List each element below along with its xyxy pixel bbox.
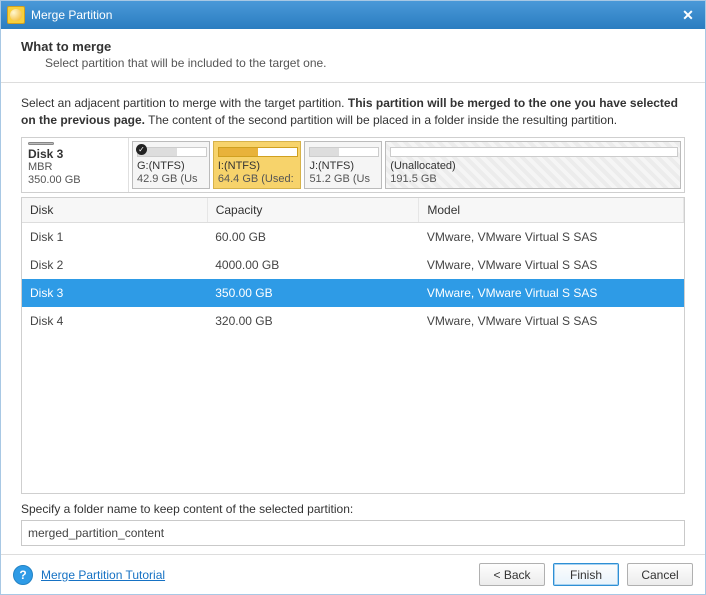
- merge-partition-dialog: Merge Partition ✕ What to merge Select p…: [0, 0, 706, 595]
- partition-size: 42.9 GB (Us: [137, 173, 205, 186]
- disk-size: 350.00 GB: [28, 174, 122, 187]
- cell-capacity: 4000.00 GB: [207, 251, 419, 279]
- partition-block[interactable]: I:(NTFS)64.4 GB (Used:: [213, 141, 302, 189]
- instruction-post: The content of the second partition will…: [145, 113, 617, 127]
- table-row[interactable]: Disk 4320.00 GBVMware, VMware Virtual S …: [22, 307, 684, 335]
- partition-label: (Unallocated): [390, 160, 676, 173]
- partition-label: G:(NTFS): [137, 160, 205, 173]
- col-disk[interactable]: Disk: [22, 198, 207, 223]
- titlebar: Merge Partition ✕: [1, 1, 705, 29]
- instruction-text: Select an adjacent partition to merge wi…: [21, 95, 685, 129]
- partition-block[interactable]: ✓ G:(NTFS)42.9 GB (Us: [132, 141, 210, 189]
- partition-block[interactable]: J:(NTFS)51.2 GB (Us: [304, 141, 382, 189]
- partition-list: ✓ G:(NTFS)42.9 GB (Us I:(NTFS)64.4 GB (Use…: [129, 138, 684, 192]
- partition-size: 51.2 GB (Us: [309, 173, 377, 186]
- table-row[interactable]: Disk 3350.00 GBVMware, VMware Virtual S …: [22, 279, 684, 307]
- disk-map: Disk 3 MBR 350.00 GB ✓ G:(NTFS)42.9 GB (U…: [21, 137, 685, 193]
- cell-disk: Disk 1: [22, 222, 207, 251]
- table-row[interactable]: Disk 24000.00 GBVMware, VMware Virtual S…: [22, 251, 684, 279]
- partition-block[interactable]: (Unallocated)191.5 GB: [385, 141, 681, 189]
- folder-name-input[interactable]: [21, 520, 685, 546]
- cancel-button[interactable]: Cancel: [627, 563, 693, 586]
- usage-bar: [390, 147, 678, 157]
- dialog-footer: ? Merge Partition Tutorial < Back Finish…: [1, 554, 705, 594]
- cell-model: VMware, VMware Virtual S SAS: [419, 307, 684, 335]
- help-icon[interactable]: ?: [13, 565, 33, 585]
- usage-bar: [309, 147, 379, 157]
- page-title: What to merge: [21, 39, 685, 54]
- partition-size: 191.5 GB: [390, 173, 676, 186]
- cell-capacity: 320.00 GB: [207, 307, 419, 335]
- close-icon[interactable]: ✕: [677, 5, 699, 25]
- cell-model: VMware, VMware Virtual S SAS: [419, 251, 684, 279]
- back-button[interactable]: < Back: [479, 563, 545, 586]
- col-model[interactable]: Model: [419, 198, 684, 223]
- partition-label: J:(NTFS): [309, 160, 377, 173]
- finish-button[interactable]: Finish: [553, 563, 619, 586]
- disk-type: MBR: [28, 161, 122, 174]
- cell-disk: Disk 4: [22, 307, 207, 335]
- usage-bar: [218, 147, 299, 157]
- content-area: Select an adjacent partition to merge wi…: [1, 83, 705, 554]
- app-icon: [7, 6, 25, 24]
- cell-capacity: 350.00 GB: [207, 279, 419, 307]
- col-capacity[interactable]: Capacity: [207, 198, 419, 223]
- hdd-icon: [28, 142, 54, 145]
- table-row[interactable]: Disk 160.00 GBVMware, VMware Virtual S S…: [22, 222, 684, 251]
- cell-capacity: 60.00 GB: [207, 222, 419, 251]
- cell-model: VMware, VMware Virtual S SAS: [419, 279, 684, 307]
- disk-table: Disk Capacity Model Disk 160.00 GBVMware…: [22, 198, 684, 335]
- folder-name-label: Specify a folder name to keep content of…: [21, 502, 685, 516]
- window-title: Merge Partition: [31, 8, 677, 22]
- wizard-header: What to merge Select partition that will…: [1, 29, 705, 83]
- disk-table-wrapper: Disk Capacity Model Disk 160.00 GBVMware…: [21, 197, 685, 494]
- cell-disk: Disk 3: [22, 279, 207, 307]
- cell-disk: Disk 2: [22, 251, 207, 279]
- usage-bar: [137, 147, 207, 157]
- check-icon: ✓: [136, 144, 147, 155]
- instruction-pre: Select an adjacent partition to merge wi…: [21, 96, 348, 110]
- partition-size: 64.4 GB (Used:: [218, 173, 297, 186]
- disk-name: Disk 3: [28, 147, 122, 161]
- partition-label: I:(NTFS): [218, 160, 297, 173]
- tutorial-link[interactable]: Merge Partition Tutorial: [41, 568, 165, 582]
- cell-model: VMware, VMware Virtual S SAS: [419, 222, 684, 251]
- page-subtitle: Select partition that will be included t…: [45, 56, 685, 70]
- disk-info: Disk 3 MBR 350.00 GB: [22, 138, 129, 192]
